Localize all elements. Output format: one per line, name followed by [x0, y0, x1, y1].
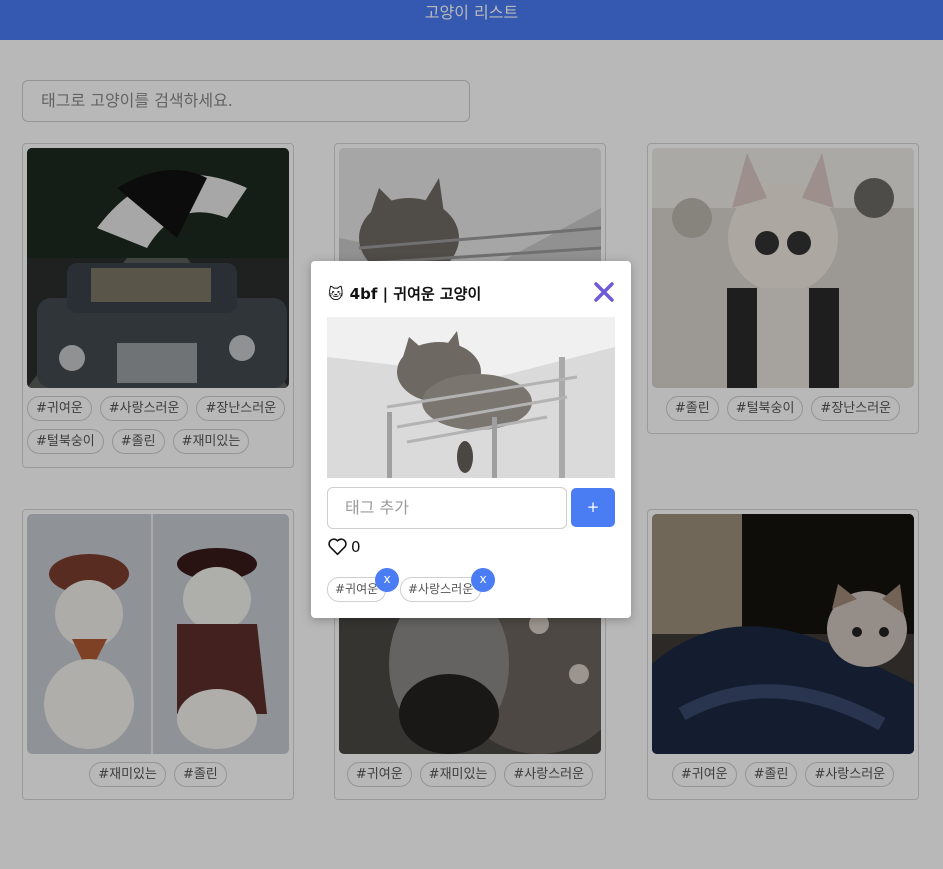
- modal-title: 🐱 4bf | 귀여운 고양이: [328, 283, 481, 304]
- like-count: 0: [351, 537, 361, 556]
- remove-tag-button[interactable]: x: [375, 568, 399, 592]
- cat-emoji-icon: 🐱: [328, 284, 344, 303]
- heart-icon: [328, 538, 347, 556]
- modal-cat-image: [327, 317, 615, 478]
- close-button[interactable]: [593, 281, 615, 303]
- close-icon: [594, 282, 614, 302]
- like-button[interactable]: 0: [327, 537, 361, 556]
- tag-add-input[interactable]: 태그 추가: [327, 487, 567, 529]
- modal-title-text: 4bf | 귀여운 고양이: [349, 285, 482, 303]
- remove-tag-button[interactable]: x: [471, 568, 495, 592]
- add-tag-button[interactable]: +: [571, 488, 615, 527]
- tag-chip: #사랑스러운: [400, 577, 482, 602]
- cat-detail-modal: 🐱 4bf | 귀여운 고양이 태그 추가 + 0 #귀여운 x #사랑스러운 …: [311, 261, 631, 618]
